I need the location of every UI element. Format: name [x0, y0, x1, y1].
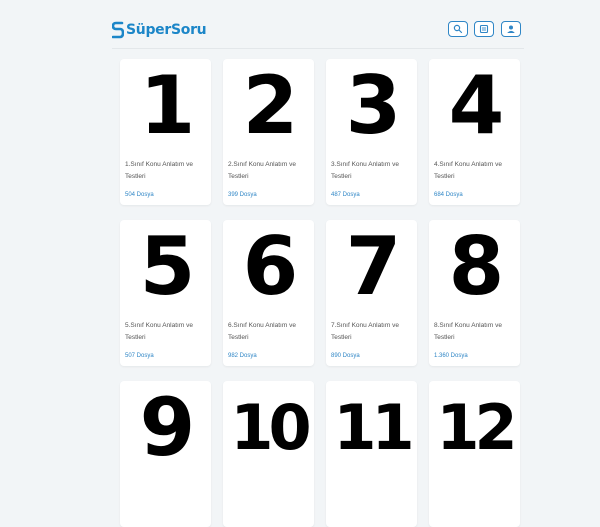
class-card-6[interactable]: 6 6.Sınıf Konu Anlatım ve Testleri 982 D… — [223, 220, 314, 366]
class-card-9[interactable]: 9 — [120, 381, 211, 527]
card-numeral: 5 — [139, 220, 196, 313]
card-file-count: 684 Dosya — [434, 192, 463, 198]
class-card-12[interactable]: 12 — [429, 381, 520, 527]
card-numeral: 6 — [242, 220, 299, 313]
class-card-8[interactable]: 8 8.Sınıf Konu Anlatım ve Testleri 1.360… — [429, 220, 520, 366]
card-numeral: 4 — [448, 59, 505, 152]
class-card-3[interactable]: 3 3.Sınıf Konu Anlatım ve Testleri 487 D… — [326, 59, 417, 205]
card-file-count: 399 Dosya — [228, 192, 257, 198]
class-card-2[interactable]: 2 2.Sınıf Konu Anlatım ve Testleri 399 D… — [223, 59, 314, 205]
card-file-count: 487 Dosya — [331, 192, 360, 198]
document-button[interactable] — [474, 21, 494, 37]
card-title: 4.Sınıf Konu Anlatım ve Testleri — [434, 161, 502, 180]
logo-text: SüperSoru — [126, 22, 207, 38]
card-title: 2.Sınıf Konu Anlatım ve Testleri — [228, 161, 296, 180]
card-numeral: 9 — [139, 381, 196, 474]
card-file-count: 890 Dosya — [331, 353, 360, 359]
card-file-count: 1.360 Dosya — [434, 353, 468, 359]
class-card-11[interactable]: 11 — [326, 381, 417, 527]
search-button[interactable] — [448, 21, 468, 37]
card-title: 5.Sınıf Konu Anlatım ve Testleri — [125, 322, 193, 341]
card-title: 6.Sınıf Konu Anlatım ve Testleri — [228, 322, 296, 341]
class-card-10[interactable]: 10 — [223, 381, 314, 527]
card-title: 3.Sınıf Konu Anlatım ve Testleri — [331, 161, 399, 180]
class-card-4[interactable]: 4 4.Sınıf Konu Anlatım ve Testleri 684 D… — [429, 59, 520, 205]
logo-s-icon — [112, 21, 124, 39]
card-title: 8.Sınıf Konu Anlatım ve Testleri — [434, 322, 502, 341]
site-header: SüperSoru — [112, 14, 524, 49]
card-file-count: 507 Dosya — [125, 353, 154, 359]
user-button[interactable] — [501, 21, 521, 37]
card-title: 1.Sınıf Konu Anlatım ve Testleri — [125, 161, 193, 180]
class-card-5[interactable]: 5 5.Sınıf Konu Anlatım ve Testleri 507 D… — [120, 220, 211, 366]
card-numeral: 8 — [448, 220, 505, 313]
card-numeral: 3 — [345, 59, 402, 152]
card-numeral: 7 — [345, 220, 402, 313]
card-title: 7.Sınıf Konu Anlatım ve Testleri — [331, 322, 399, 341]
card-file-count: 504 Dosya — [125, 192, 154, 198]
search-icon — [453, 24, 463, 34]
card-numeral: 1 — [139, 59, 196, 152]
class-card-7[interactable]: 7 7.Sınıf Konu Anlatım ve Testleri 890 D… — [326, 220, 417, 366]
card-numeral: 12 — [436, 390, 517, 464]
class-card-1[interactable]: 1 1.Sınıf Konu Anlatım ve Testleri 504 D… — [120, 59, 211, 205]
card-numeral: 11 — [333, 390, 414, 464]
card-numeral: 10 — [230, 390, 311, 464]
site-logo[interactable]: SüperSoru — [112, 20, 207, 40]
card-file-count: 982 Dosya — [228, 353, 257, 359]
user-icon — [507, 25, 515, 33]
card-numeral: 2 — [242, 59, 299, 152]
document-icon — [479, 24, 489, 34]
